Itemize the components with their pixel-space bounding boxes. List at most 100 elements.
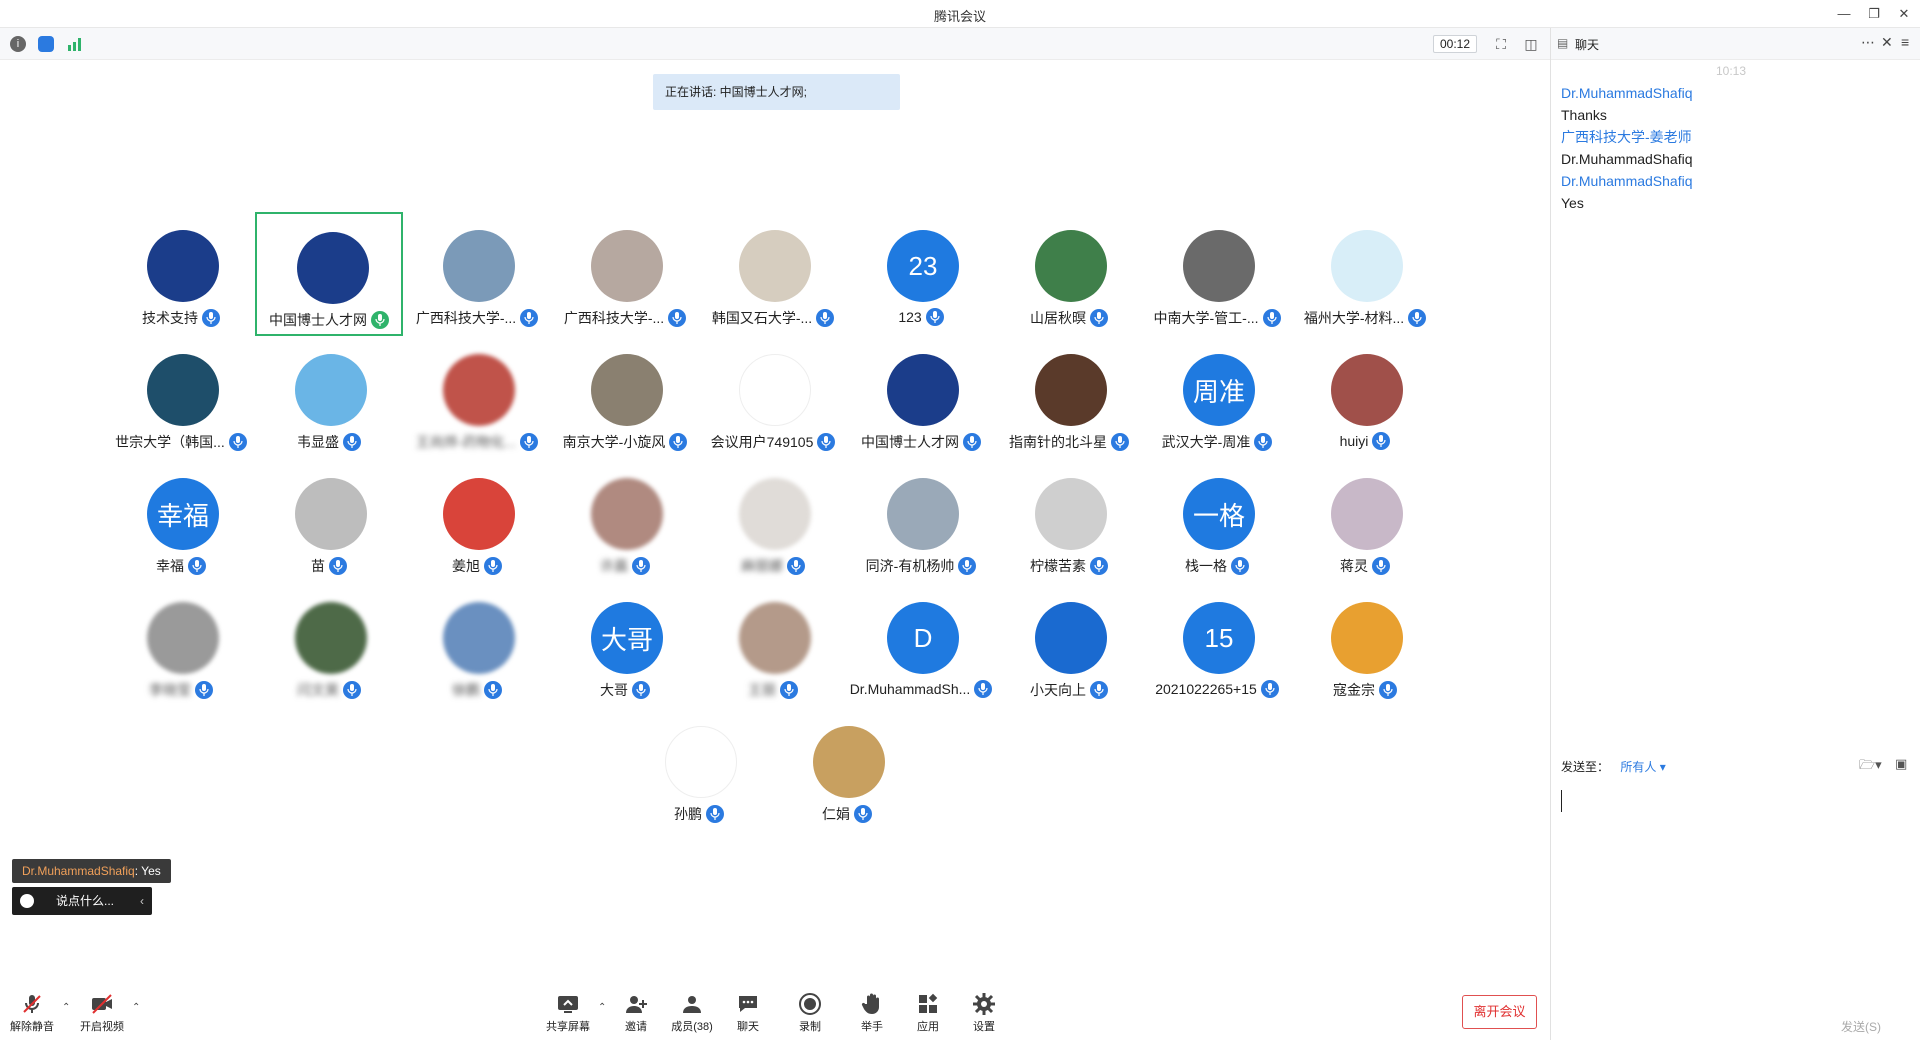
participant-tile[interactable]: 指南针的北斗星 [995, 336, 1143, 460]
chat-message-input[interactable] [1559, 778, 1911, 978]
mic-icon [1262, 309, 1281, 327]
chat-panel-title: 聊天 [1575, 38, 1600, 52]
participant-tile[interactable]: 幸福 幸福 [107, 460, 255, 584]
participant-tile[interactable]: 中国博士人才网 [255, 212, 403, 336]
mic-icon [706, 805, 724, 823]
mic-muted-icon [23, 995, 41, 1013]
send-button[interactable]: 发送(S) [1841, 1018, 1881, 1035]
participant-name-row: 小天向上 [995, 680, 1143, 700]
participant-avatar [813, 726, 885, 798]
layout-icon[interactable]: ◫ [1522, 35, 1540, 53]
mic-icon [632, 557, 650, 575]
apps-button[interactable]: 应用 [898, 992, 958, 1038]
participant-name: 会议用户749105 [710, 434, 814, 450]
send-to-dropdown[interactable]: 所有人 ▾ [1620, 760, 1665, 774]
participant-tile[interactable]: 仁娟 [773, 708, 921, 832]
participant-tile[interactable]: 韩国又石大学-... [699, 212, 847, 336]
unmute-button[interactable]: 解除静音 [2, 992, 62, 1038]
participant-tile[interactable]: 柠檬苦素 [995, 460, 1143, 584]
leave-meeting-button[interactable]: 离开会议 [1462, 995, 1537, 1029]
participant-tile[interactable]: 中南大学-管工-... [1143, 212, 1291, 336]
share-screen-label: 共享屏幕 [546, 1021, 590, 1033]
restore-icon[interactable]: ❐ [1864, 4, 1884, 24]
participant-tile[interactable]: 寇金宗 [1291, 584, 1439, 708]
participant-tile[interactable]: 李晓莹 [107, 584, 255, 708]
participant-avatar [739, 478, 811, 550]
participant-tile[interactable]: 15 2021022265+15 [1143, 584, 1291, 708]
participant-tile[interactable]: 王丽 [699, 584, 847, 708]
chat-message-text: Thanks [1561, 107, 1607, 123]
participant-tile[interactable]: 徐鹏 [403, 584, 551, 708]
signal-icon[interactable] [66, 36, 82, 52]
start-video-button[interactable]: 开启视频 [72, 992, 132, 1038]
chat-panel-icon: ▤ [1557, 36, 1569, 50]
participant-tile[interactable]: 韦显盛 [255, 336, 403, 460]
participant-tile[interactable]: 孙鹏 [625, 708, 773, 832]
minimize-icon[interactable]: — [1834, 4, 1854, 24]
audio-options-caret[interactable]: ⌃ [62, 1002, 70, 1013]
participant-tile[interactable]: 周准 武汉大学-周准 [1143, 336, 1291, 460]
emoji-icon[interactable] [20, 894, 34, 908]
participant-tile[interactable]: 姜旭 [403, 460, 551, 584]
window-title: 腾讯会议 [933, 9, 986, 24]
participant-tile[interactable]: 23 123 [847, 212, 995, 336]
send-to-row: 发送至： 所有人 ▾ [1561, 758, 1666, 775]
participant-tile[interactable]: 王尚烨-药物化... [403, 336, 551, 460]
participant-tile[interactable]: 同济-有机杨帅 [847, 460, 995, 584]
participant-tile[interactable]: 福州大学-材料... [1291, 212, 1439, 336]
participant-tile[interactable]: 世宗大学（韩国... [107, 336, 255, 460]
participant-tile[interactable]: huiyi [1291, 336, 1439, 460]
video-options-caret[interactable]: ⌃ [132, 1002, 140, 1013]
close-chat-icon[interactable]: ✕ [1881, 34, 1893, 51]
participant-avatar [147, 602, 219, 674]
participant-tile[interactable]: 山居秋暝 [995, 212, 1143, 336]
invite-label: 邀请 [625, 1021, 647, 1033]
record-button[interactable]: 录制 [780, 992, 840, 1038]
participant-name-row: 世宗大学（韩国... [107, 432, 255, 452]
participant-tile[interactable]: 广西科技大学-... [403, 212, 551, 336]
participant-tile[interactable]: 广西科技大学-... [551, 212, 699, 336]
mic-icon [1090, 309, 1108, 327]
participant-tile[interactable]: D Dr.MuhammadSh... [847, 584, 995, 708]
quick-chat-box[interactable]: 说点什么... ‹ [12, 887, 152, 915]
participant-tile[interactable]: 许晨 [551, 460, 699, 584]
fullscreen-icon[interactable]: ⛶ [1492, 35, 1510, 53]
participant-tile[interactable]: 会议用户749105 [699, 336, 847, 460]
participant-avatar: 一格 [1183, 478, 1255, 550]
share-screen-button[interactable]: 共享屏幕 [538, 992, 598, 1038]
chat-sender-name[interactable]: Dr.MuhammadShafiq [1561, 170, 1901, 192]
chat-sender-name[interactable]: 广西科技大学-姜老师 [1561, 126, 1901, 148]
participant-tile[interactable]: 麻丽娜 [699, 460, 847, 584]
members-button[interactable]: 成员(38) [662, 992, 722, 1038]
participant-avatar [591, 354, 663, 426]
participant-name-row: 武汉大学-周准 [1143, 432, 1291, 452]
participant-tile[interactable]: 技术支持 [107, 212, 255, 336]
participant-name-row: 中国博士人才网 [847, 432, 995, 452]
raise-hand-button[interactable]: 举手 [842, 992, 902, 1038]
participant-name: 孙鹏 [674, 806, 702, 822]
participant-tile[interactable]: 大哥 大哥 [551, 584, 699, 708]
collapse-chevron-icon[interactable]: ‹ [140, 887, 144, 915]
screenshot-icon[interactable]: ▣ [1895, 756, 1907, 772]
more-icon[interactable]: ⋯ [1861, 34, 1875, 51]
shield-icon[interactable] [38, 36, 54, 52]
participant-tile[interactable]: 小天向上 [995, 584, 1143, 708]
close-icon[interactable]: ✕ [1894, 4, 1914, 24]
chat-button[interactable]: 聊天 [718, 992, 778, 1038]
participant-tile[interactable]: 中国博士人才网 [847, 336, 995, 460]
settings-button[interactable]: 设置 [954, 992, 1014, 1038]
participant-name-row: 仁娟 [773, 804, 921, 824]
participant-tile[interactable]: 闫文昊 [255, 584, 403, 708]
participant-avatar: 15 [1183, 602, 1255, 674]
participant-name: huiyi [1339, 433, 1369, 449]
chat-sender-name[interactable]: Dr.MuhammadShafiq [1561, 82, 1901, 104]
participant-tile[interactable]: 苗 [255, 460, 403, 584]
participant-tile[interactable]: 南京大学-小旋风 [551, 336, 699, 460]
participant-tile[interactable]: 一格 栈一格 [1143, 460, 1291, 584]
invite-button[interactable]: 邀请 [606, 992, 666, 1038]
folder-icon[interactable]: 🗁▾ [1859, 756, 1882, 778]
participant-name-row: 中南大学-管工-... [1143, 308, 1291, 328]
menu-icon[interactable]: ≡ [1901, 34, 1909, 50]
participant-tile[interactable]: 蒋灵 [1291, 460, 1439, 584]
info-icon[interactable]: i [10, 36, 26, 52]
